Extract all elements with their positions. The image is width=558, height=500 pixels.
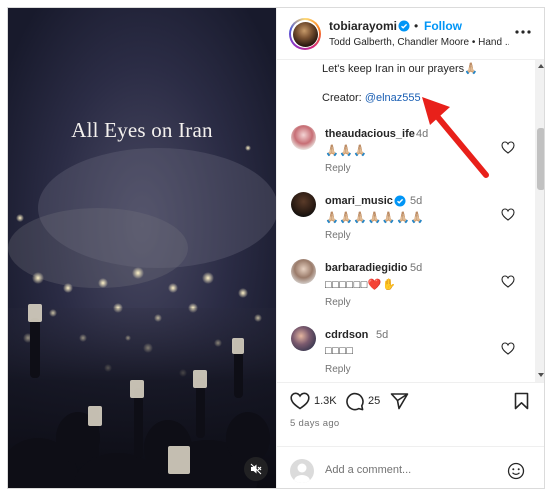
heart-icon[interactable] bbox=[501, 342, 515, 355]
audio-attribution[interactable]: Todd Galberth, Chandler Moore • Hand ... bbox=[329, 37, 509, 48]
scroll-down-arrow-icon[interactable] bbox=[537, 371, 545, 379]
comment-time: 5d bbox=[410, 195, 423, 207]
default-user-icon bbox=[294, 463, 310, 483]
reply-button[interactable]: Reply bbox=[325, 297, 351, 308]
comment-input[interactable] bbox=[325, 460, 495, 480]
annotation-arrow bbox=[422, 97, 489, 178]
comment-text: □□□□ bbox=[325, 345, 354, 357]
more-horizontal-icon[interactable] bbox=[513, 26, 533, 38]
separator-dot: • bbox=[414, 19, 419, 33]
post-details-pane: tobiarayomi • Follow Todd Galberth, Chan… bbox=[276, 8, 545, 488]
emoji-icon[interactable] bbox=[507, 462, 525, 480]
comment-text: 🙏🏼🙏🏼🙏🏼🙏🏼🙏🏼🙏🏼🙏🏼 bbox=[325, 212, 425, 224]
post-dialog: All Eyes on Iran tobiarayomi • Follow To… bbox=[7, 7, 545, 489]
reply-button[interactable]: Reply bbox=[325, 364, 351, 375]
commenter-avatar[interactable] bbox=[291, 125, 316, 150]
comment-item: cdrdson 5d □□□□ Reply bbox=[277, 326, 539, 382]
commenter-username[interactable]: theaudacious_ife bbox=[325, 128, 415, 140]
caption-text: Let's keep Iran in our prayers🙏🏼 bbox=[322, 63, 478, 75]
verified-badge-icon bbox=[398, 20, 410, 32]
commenter-username[interactable]: barbaradiegidio bbox=[325, 262, 408, 274]
comment-item: barbaradiegidio 5d □□□□□□❤️✋ Reply bbox=[277, 259, 539, 325]
reply-button[interactable]: Reply bbox=[325, 163, 351, 174]
comment-text: □□□□□□❤️✋ bbox=[325, 279, 397, 291]
reply-button[interactable]: Reply bbox=[325, 230, 351, 241]
speaker-muted-icon bbox=[250, 463, 262, 475]
comments-list[interactable]: Let's keep Iran in our prayers🙏🏼 Creator… bbox=[277, 60, 544, 382]
creator-handle-link[interactable]: @elnaz555 bbox=[365, 92, 421, 104]
commenter-avatar[interactable] bbox=[291, 259, 316, 284]
follow-button[interactable]: Follow bbox=[424, 19, 462, 33]
comment-time: 5d bbox=[376, 329, 389, 341]
comment-count: 25 bbox=[368, 395, 381, 407]
concert-crowd-image bbox=[8, 8, 276, 488]
comment-bubble-icon[interactable] bbox=[345, 392, 364, 411]
comments-scrollbar[interactable] bbox=[535, 60, 545, 382]
comment-item: theaudacious_ife 4d 🙏🏼🙏🏼🙏🏼 Reply bbox=[277, 125, 539, 191]
commenter-username[interactable]: cdrdson bbox=[325, 329, 368, 341]
author-username[interactable]: tobiarayomi bbox=[329, 19, 397, 33]
reel-video[interactable]: All Eyes on Iran bbox=[8, 8, 276, 488]
save-bookmark-icon[interactable] bbox=[514, 392, 529, 410]
like-count[interactable]: 1.3K bbox=[314, 395, 337, 407]
author-avatar[interactable] bbox=[289, 18, 321, 50]
post-timestamp[interactable]: 5 days ago bbox=[290, 418, 339, 429]
share-paper-plane-icon[interactable] bbox=[390, 392, 409, 410]
post-actions: 1.3K 25 5 days ago bbox=[277, 382, 544, 446]
scroll-thumb[interactable] bbox=[537, 128, 544, 190]
commenter-username[interactable]: omari_music bbox=[325, 195, 393, 207]
like-heart-icon[interactable] bbox=[290, 392, 310, 410]
creator-credit: Creator: @elnaz555 bbox=[322, 92, 421, 104]
scroll-up-arrow-icon[interactable] bbox=[537, 62, 545, 70]
heart-icon[interactable] bbox=[501, 208, 515, 221]
verified-badge-icon bbox=[394, 195, 406, 207]
comment-text: 🙏🏼🙏🏼🙏🏼 bbox=[325, 145, 368, 157]
post-header: tobiarayomi • Follow Todd Galberth, Chan… bbox=[277, 8, 544, 60]
heart-icon[interactable] bbox=[501, 275, 515, 288]
mute-button[interactable] bbox=[244, 457, 268, 481]
add-comment-bar bbox=[277, 446, 544, 488]
comment-time: 5d bbox=[410, 262, 423, 274]
overlay-caption: All Eyes on Iran bbox=[71, 118, 213, 142]
heart-icon[interactable] bbox=[501, 141, 515, 154]
comment-item: omari_music 5d 🙏🏼🙏🏼🙏🏼🙏🏼🙏🏼🙏🏼🙏🏼 Reply bbox=[277, 192, 539, 258]
commenter-avatar[interactable] bbox=[291, 192, 316, 217]
commenter-avatar[interactable] bbox=[291, 326, 316, 351]
current-user-avatar bbox=[290, 459, 314, 483]
